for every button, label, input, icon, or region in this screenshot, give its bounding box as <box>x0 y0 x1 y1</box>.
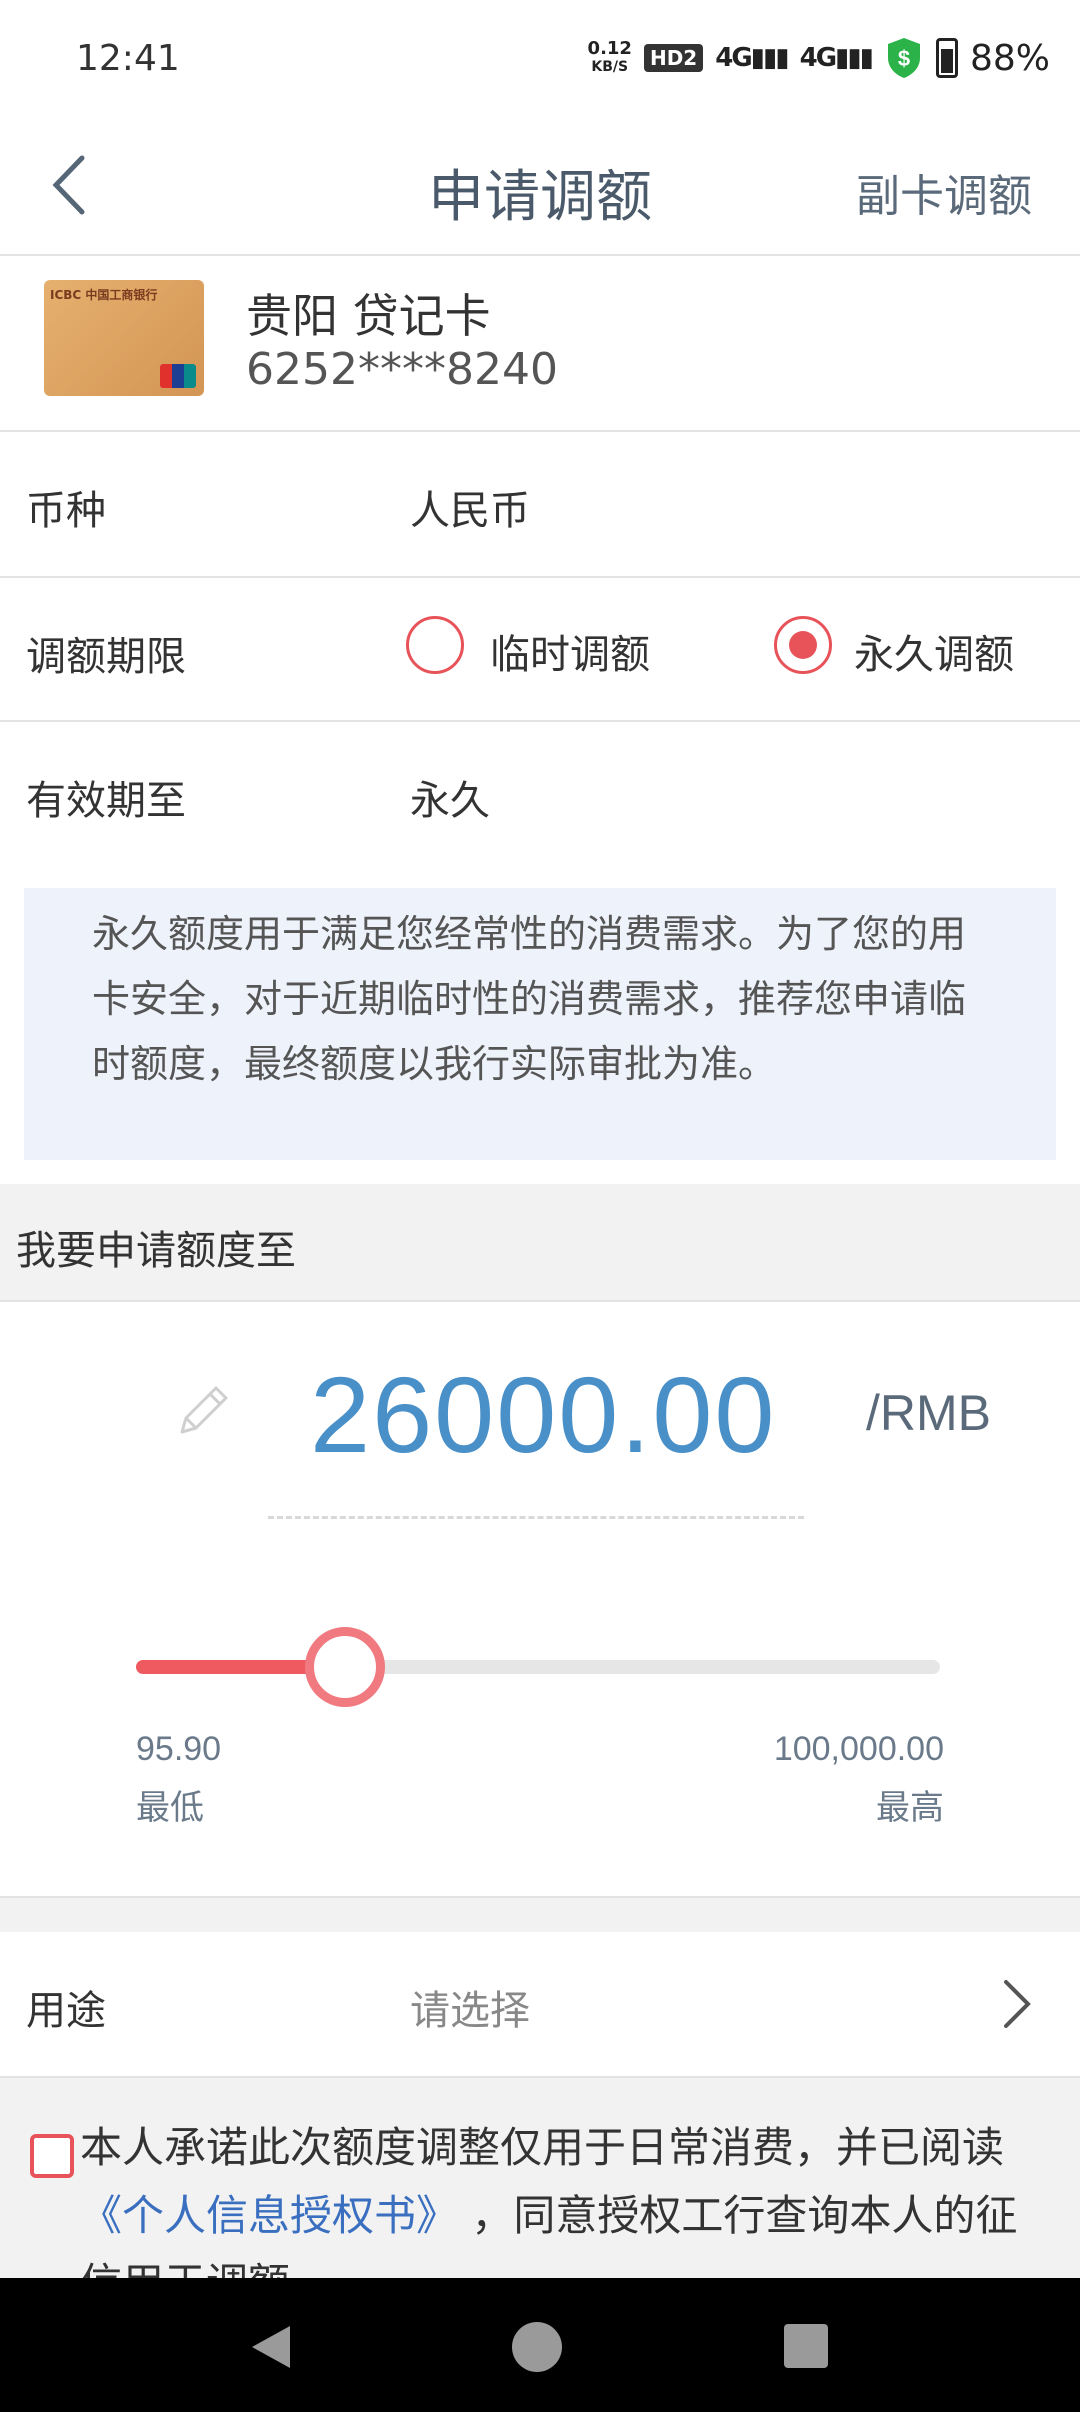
purpose-row[interactable]: 用途 请选择 <box>0 1932 1080 2078</box>
hd-icon: HD2 <box>643 44 704 72</box>
battery-icon <box>935 38 958 78</box>
agreement-checkbox[interactable] <box>30 2134 74 2178</box>
signal-icon: 4G▮▮▮ <box>715 43 789 73</box>
status-bar: 12:41 0.12 KB/S HD2 4G▮▮▮ 4G▮▮▮ $ 88% <box>0 0 1080 120</box>
currency-value: 人民币 <box>410 488 530 534</box>
amount-underline <box>268 1516 804 1519</box>
status-time: 12:41 <box>76 38 180 79</box>
svg-text:$: $ <box>898 46 910 71</box>
purpose-label: 用途 <box>26 1988 106 2034</box>
max-value: 100,000.00 <box>773 1730 944 1768</box>
amount-value[interactable]: 26000.00 <box>310 1352 776 1477</box>
amount-unit: /RMB <box>866 1385 991 1441</box>
section-title: 我要申请额度至 <box>16 1228 296 1274</box>
term-row: 调额期限 临时调额 永久调额 <box>0 578 1080 722</box>
nav-recent-icon[interactable] <box>782 2322 830 2370</box>
status-icons: 0.12 KB/S HD2 4G▮▮▮ 4G▮▮▮ $ 88% <box>588 36 1050 80</box>
security-shield-icon: $ <box>887 38 920 78</box>
edit-pencil-icon[interactable] <box>168 1376 238 1446</box>
min-value: 95.90 <box>136 1730 222 1768</box>
expiry-label: 有效期至 <box>26 778 186 824</box>
chevron-right-icon <box>1004 1980 1031 2028</box>
expiry-value: 永久 <box>410 778 490 824</box>
agreement-section: 本人承诺此次额度调整仅用于日常消费，并已阅读 《个人信息授权书》 ，同意授权工行… <box>0 2078 1080 2278</box>
card-number: 6252****8240 <box>246 344 558 395</box>
section-gap <box>0 1896 1080 1934</box>
secondary-card-adjust-button[interactable]: 副卡调额 <box>856 160 1032 224</box>
nav-home-icon[interactable] <box>510 2322 564 2376</box>
nav-bar: 申请调额 副卡调额 <box>0 120 1080 256</box>
purpose-select[interactable]: 请选择 <box>410 1978 530 2036</box>
max-label: 最高 <box>876 1788 944 1828</box>
signal-icon-2: 4G▮▮▮ <box>799 43 874 73</box>
nav-back-icon[interactable] <box>246 2322 296 2372</box>
amount-slider[interactable] <box>136 1627 940 1707</box>
temporary-label[interactable]: 临时调额 <box>490 622 650 680</box>
permanent-label[interactable]: 永久调额 <box>854 622 1014 680</box>
card-image: ICBC 中国工商银行 <box>44 280 204 396</box>
battery-percent: 88% <box>969 37 1050 79</box>
system-nav-bar <box>0 2278 1080 2412</box>
currency-row: 币种 人民币 <box>0 432 1080 578</box>
notice-box: 永久额度用于满足您经常性的消费需求。为了您的用卡安全，对于近期临时性的消费需求，… <box>24 888 1056 1160</box>
card-info: ICBC 中国工商银行 贵阳 贷记卡 6252****8240 <box>0 256 1080 432</box>
temporary-radio[interactable] <box>406 616 464 674</box>
card-bank-logo: ICBC 中国工商银行 <box>50 288 158 302</box>
expiry-row: 有效期至 永久 <box>0 722 1080 866</box>
authorization-link[interactable]: 《个人信息授权书》 <box>80 2191 458 2240</box>
slider-thumb[interactable] <box>305 1627 385 1707</box>
currency-label: 币种 <box>26 488 106 534</box>
permanent-radio[interactable] <box>774 616 832 674</box>
unionpay-logo <box>160 364 196 388</box>
min-label: 最低 <box>136 1788 204 1828</box>
term-label: 调额期限 <box>26 634 186 680</box>
apply-section-header: 我要申请额度至 <box>0 1184 1080 1302</box>
agreement-text: 本人承诺此次额度调整仅用于日常消费，并已阅读 《个人信息授权书》 ，同意授权工行… <box>80 2123 1018 2278</box>
network-speed: 0.12 KB/S <box>587 38 632 76</box>
card-name: 贵阳 贷记卡 <box>246 289 491 343</box>
